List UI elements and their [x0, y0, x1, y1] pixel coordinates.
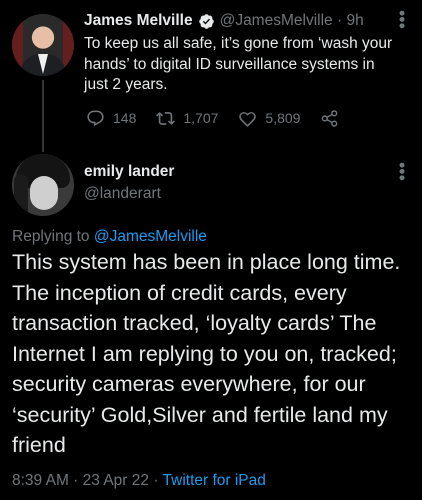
retweet-icon: [156, 111, 176, 125]
mention-link[interactable]: @JamesMelville: [94, 228, 207, 245]
tweet-meta: 8:39 AM · 23 Apr 22 · Twitter for iPad: [12, 472, 266, 490]
like-icon: [239, 111, 257, 127]
share-button[interactable]: [320, 109, 347, 128]
reply-tweet[interactable]: emily lander @landerart ••• Replying to …: [0, 152, 422, 500]
tweet-actions: 148 1,707 5,809: [86, 108, 367, 128]
avatar[interactable]: [12, 154, 74, 216]
share-icon: [322, 109, 338, 127]
more-icon[interactable]: •••: [392, 10, 412, 29]
tweet-text: This system has been in place long time.…: [12, 250, 401, 457]
date[interactable]: 23 Apr 22: [83, 472, 149, 489]
separator-dot: ·: [68, 472, 83, 489]
display-name[interactable]: emily lander: [84, 163, 174, 181]
more-icon[interactable]: •••: [392, 162, 412, 181]
reply-count: 148: [113, 110, 137, 126]
handle[interactable]: @landerart: [84, 185, 161, 203]
source-link[interactable]: Twitter for iPad: [163, 472, 266, 489]
timestamp[interactable]: 8:39 AM: [12, 472, 69, 489]
display-name[interactable]: James Melville: [84, 12, 193, 30]
separator-dot: ·: [149, 472, 163, 489]
timestamp[interactable]: 9h: [346, 12, 363, 30]
replying-to-label: Replying to: [12, 228, 94, 245]
avatar-hair-side: [14, 174, 28, 216]
separator-dot: ·: [336, 12, 343, 29]
avatar[interactable]: [12, 14, 74, 76]
handle[interactable]: @JamesMelville: [220, 12, 333, 30]
reply-button[interactable]: 148: [86, 109, 136, 128]
avatar-face: [30, 176, 58, 210]
like-button[interactable]: 5,809: [238, 109, 300, 128]
thread-line: [42, 80, 44, 152]
tweet-header: James Melville @JamesMelville · 9h: [84, 10, 364, 32]
reply-icon: [87, 110, 104, 126]
tweet-text: To keep us all safe, it’s gone from ‘was…: [84, 35, 393, 93]
like-count: 5,809: [265, 110, 301, 126]
retweet-button[interactable]: 1,707: [156, 109, 218, 128]
verified-badge-icon: [198, 13, 214, 29]
replying-to: Replying to @JamesMelville: [12, 228, 207, 246]
parent-tweet[interactable]: James Melville @JamesMelville · 9h ••• T…: [0, 0, 422, 152]
retweet-count: 1,707: [183, 110, 219, 126]
